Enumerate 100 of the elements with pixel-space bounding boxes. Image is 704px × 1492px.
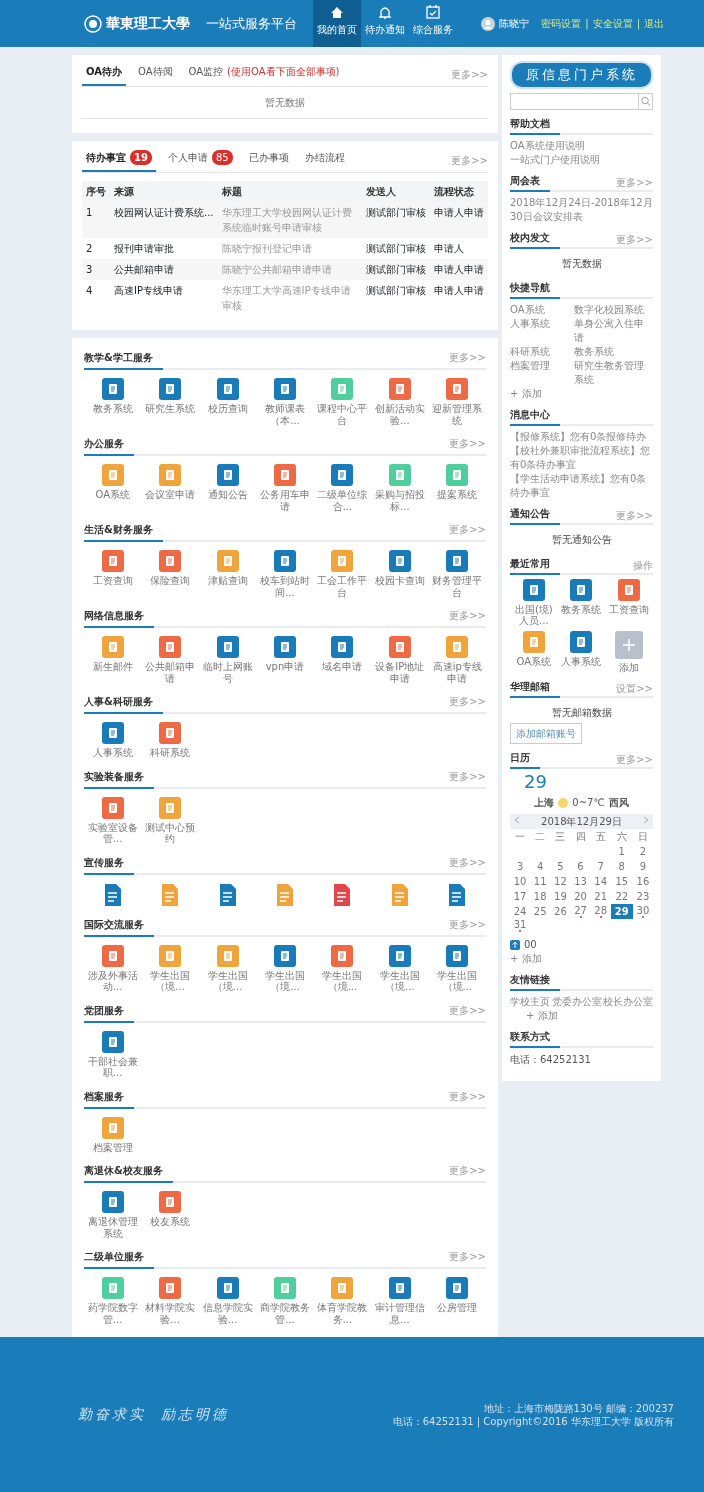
more-link[interactable]: 更多>>: [451, 153, 488, 168]
calendar-day[interactable]: 5: [550, 859, 571, 874]
calendar-day[interactable]: 10: [510, 874, 531, 889]
service-label[interactable]: 体育学院教务...: [313, 1302, 372, 1325]
app-tile-icon[interactable]: [216, 636, 239, 658]
app-label[interactable]: 人事系统: [561, 655, 602, 667]
quick-link[interactable]: 档案管理: [510, 358, 575, 387]
tab[interactable]: 个人申请 85: [163, 147, 237, 172]
service-label[interactable]: 临时上网账号: [198, 661, 257, 684]
service-label[interactable]: 科研系统: [150, 747, 191, 759]
friend-link[interactable]: 校长办公室: [603, 995, 653, 1009]
service-label[interactable]: 商学院教务管...: [256, 1302, 314, 1325]
service-label[interactable]: OA系统: [95, 489, 130, 501]
service-label[interactable]: 新生邮件: [92, 661, 133, 673]
service-label[interactable]: 课程中心平台: [313, 403, 372, 426]
app-tile-icon[interactable]: [388, 636, 411, 658]
user-link[interactable]: 安全设置: [592, 16, 633, 31]
user-link[interactable]: 退出: [644, 16, 664, 31]
service-label[interactable]: 采购与招投标...: [371, 489, 429, 512]
calendar-day[interactable]: 1: [610, 844, 633, 859]
app-tile-icon[interactable]: [570, 630, 593, 653]
app-tile-icon[interactable]: [274, 550, 296, 572]
app-label[interactable]: 教务系统: [561, 603, 602, 615]
calendar-day[interactable]: 19: [550, 889, 571, 904]
friend-link[interactable]: 党委办公室: [551, 995, 602, 1009]
calendar-day[interactable]: 24: [510, 904, 531, 919]
tab[interactable]: 办结流程: [300, 147, 349, 172]
more-link[interactable]: 更多>>: [449, 1163, 486, 1178]
service-label[interactable]: 校历查询: [207, 403, 248, 415]
calendar-day[interactable]: 8: [610, 859, 633, 874]
app-tile-icon[interactable]: [522, 578, 545, 601]
service-label[interactable]: 公共邮箱申请: [141, 661, 199, 684]
more-link[interactable]: 操作: [633, 557, 653, 573]
service-label[interactable]: 工会工作平台: [313, 575, 372, 598]
app-tile-icon[interactable]: [101, 1277, 124, 1299]
app-label[interactable]: OA系统: [516, 655, 552, 667]
app-tile-icon[interactable]: [216, 1277, 239, 1299]
table-cell[interactable]: 陈晓宁报刊登记申请: [217, 238, 362, 259]
app-tile-icon[interactable]: [159, 378, 182, 400]
tab[interactable]: OA待办: [82, 61, 126, 86]
friend-link[interactable]: 学校主页: [510, 995, 550, 1009]
app-tile-icon[interactable]: [446, 944, 469, 967]
service-label[interactable]: 津贴查询: [207, 575, 248, 587]
add-link[interactable]: + 添加: [526, 1009, 653, 1023]
app-tile-icon[interactable]: [331, 636, 354, 658]
service-label[interactable]: 人事系统: [92, 747, 133, 759]
app-tile-icon[interactable]: [101, 1191, 124, 1213]
app-tile-icon[interactable]: [216, 464, 239, 486]
calendar-day[interactable]: 6: [570, 859, 591, 874]
app-tile-icon[interactable]: [331, 944, 354, 967]
document-icon[interactable]: [274, 882, 296, 907]
quick-link[interactable]: OA系统: [510, 302, 575, 317]
app-tile-icon[interactable]: [101, 378, 124, 400]
more-link[interactable]: 更多>>: [451, 67, 488, 82]
app-tile-icon[interactable]: [388, 550, 411, 572]
add-link[interactable]: + 添加: [510, 386, 653, 401]
tab[interactable]: OA待阅: [134, 61, 177, 86]
more-link[interactable]: 更多>>: [449, 436, 486, 451]
calendar-day[interactable]: 12: [550, 874, 571, 889]
service-label[interactable]: 涉及外事活动...: [84, 969, 142, 993]
calendar-day[interactable]: 26: [550, 904, 571, 919]
service-label[interactable]: 创新活动实验...: [371, 403, 429, 426]
user-link[interactable]: 密码设置: [541, 16, 582, 31]
more-link[interactable]: 更多>>: [449, 1088, 486, 1104]
more-link[interactable]: 设置>>: [616, 681, 653, 696]
help-link[interactable]: 一站式门户使用说明: [510, 152, 653, 167]
more-link[interactable]: 更多>>: [616, 174, 653, 190]
app-tile-icon[interactable]: [388, 944, 411, 967]
service-label[interactable]: 域名申请: [322, 661, 363, 673]
app-tile-icon[interactable]: [101, 550, 124, 572]
more-link[interactable]: 更多>>: [449, 1002, 486, 1018]
calendar-day[interactable]: 30: [632, 905, 653, 918]
service-label[interactable]: 干部社会兼职...: [84, 1055, 142, 1079]
calendar-day[interactable]: 15: [610, 874, 633, 889]
service-label[interactable]: vpn申请: [265, 661, 305, 673]
service-label[interactable]: 药学院数字管...: [84, 1302, 142, 1325]
app-tile-icon[interactable]: [216, 378, 239, 400]
app-tile-icon[interactable]: [101, 464, 124, 486]
more-link[interactable]: 更多>>: [616, 507, 653, 523]
message-link[interactable]: 【报修系统】您有0条报修待办: [510, 429, 653, 444]
calendar-day[interactable]: 7: [590, 859, 611, 874]
app-tile-icon[interactable]: [446, 550, 469, 572]
calendar-day[interactable]: 16: [632, 874, 653, 889]
service-label[interactable]: 高速ip专线申请: [428, 661, 486, 684]
service-label[interactable]: 工资查询: [92, 575, 133, 587]
calendar-day[interactable]: 4: [530, 859, 551, 874]
service-label[interactable]: 通知公告: [207, 489, 248, 501]
calendar-day[interactable]: 29: [610, 904, 633, 919]
app-tile-icon[interactable]: [522, 630, 545, 653]
quick-link[interactable]: 研究生教务管理系统: [574, 358, 653, 387]
app-tile-icon[interactable]: [101, 1116, 124, 1139]
app-tile-icon[interactable]: [159, 1191, 182, 1213]
app-tile-icon[interactable]: [216, 550, 239, 572]
app-tile-icon[interactable]: [159, 796, 182, 819]
message-link[interactable]: 【校社外兼职审批流程系统】您有0条待办事宜: [510, 443, 653, 472]
more-link[interactable]: 更多>>: [449, 916, 486, 932]
calendar-day[interactable]: 14: [590, 874, 611, 889]
more-link[interactable]: 更多>>: [449, 854, 486, 870]
message-link[interactable]: 【学生活动申请系统】您有0条待办事宜: [510, 471, 653, 500]
app-tile-icon[interactable]: [446, 464, 469, 486]
